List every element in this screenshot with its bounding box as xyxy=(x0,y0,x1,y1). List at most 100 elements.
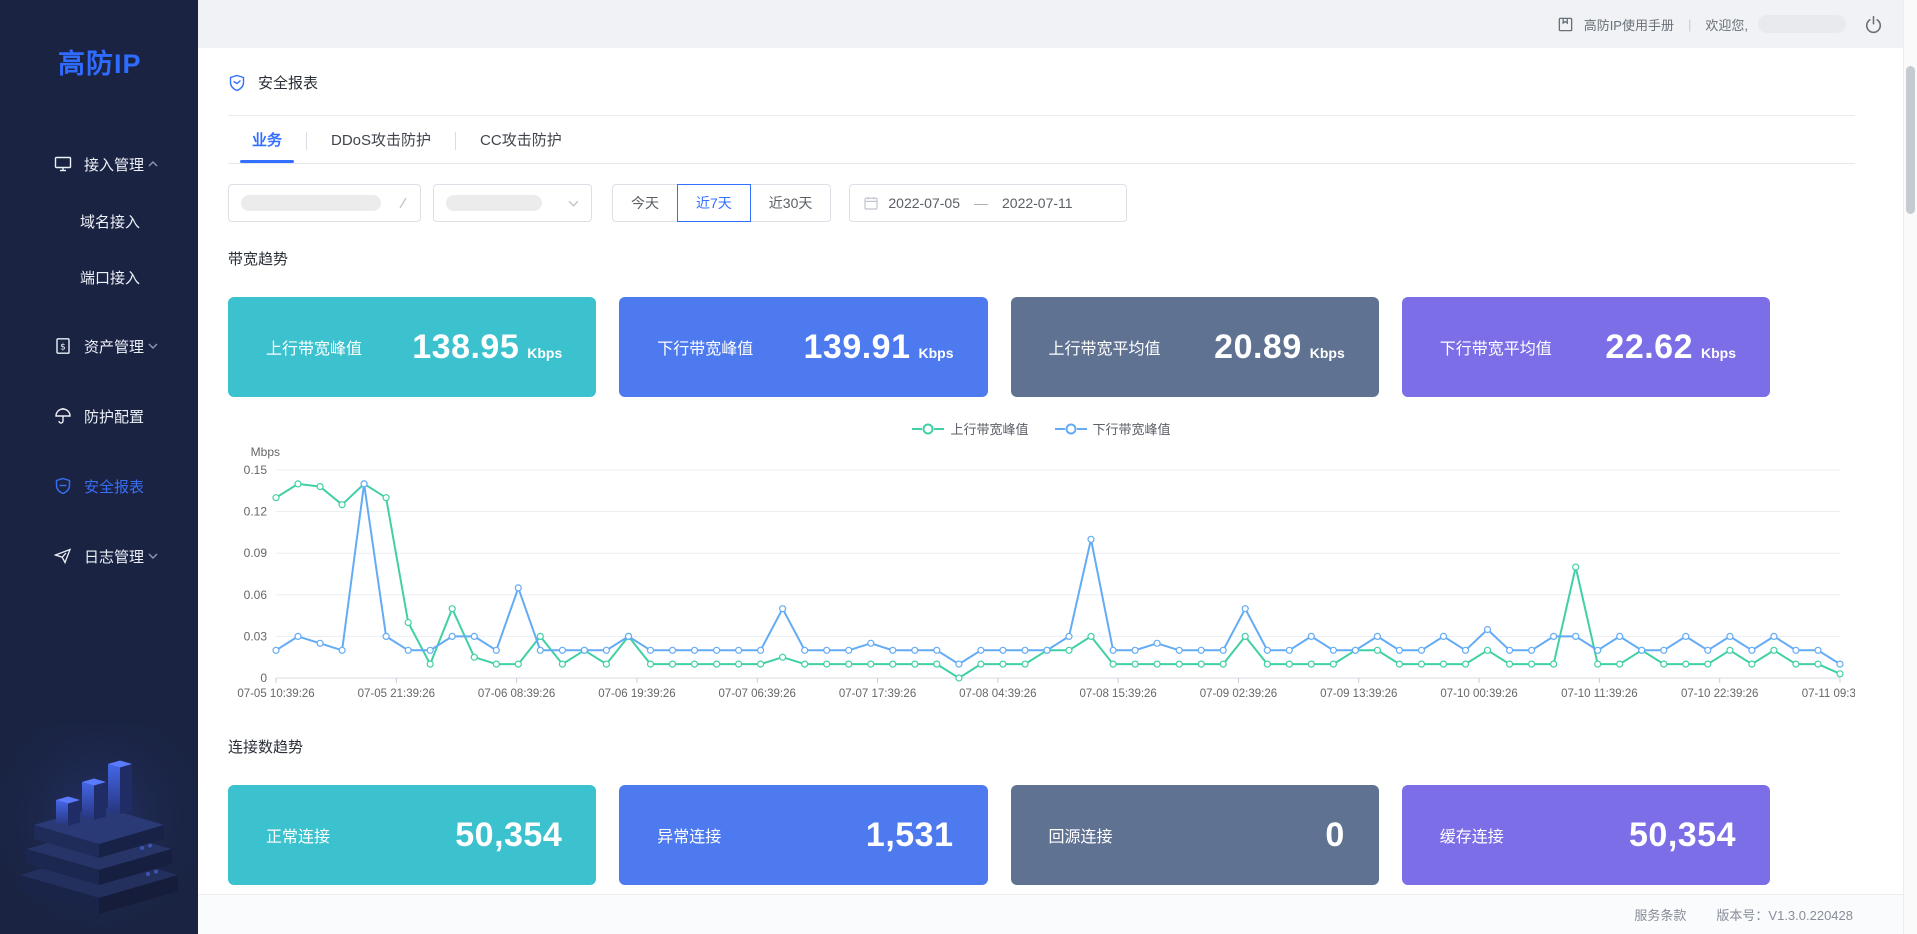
legend-item-upstream[interactable]: 上行带宽峰值 xyxy=(912,419,1028,438)
stat-value: 50,354 xyxy=(455,816,562,855)
chevron-down-icon xyxy=(148,343,158,349)
stat-card-down-peak: 下行带宽峰值 139.91 Kbps xyxy=(619,297,987,397)
logout-power-icon[interactable] xyxy=(1864,15,1883,34)
app-logo: 高防IP xyxy=(0,0,198,81)
manual-book-icon xyxy=(1557,16,1574,33)
page-title: 安全报表 xyxy=(258,72,318,93)
sidebar-item-domain-access[interactable]: 域名接入 xyxy=(0,195,198,247)
monitor-icon xyxy=(54,155,72,173)
sidebar-item-port-access[interactable]: 端口接入 xyxy=(0,251,198,303)
server-illustration xyxy=(0,724,198,934)
svg-text:0.15: 0.15 xyxy=(244,463,268,477)
shield-icon xyxy=(54,477,72,495)
svg-text:07-05 10:39:26: 07-05 10:39:26 xyxy=(237,688,314,700)
svg-text:Mbps: Mbps xyxy=(251,445,280,459)
stat-card-abnormal-connections: 异常连接 1,531 xyxy=(619,785,987,885)
svg-text:0.03: 0.03 xyxy=(244,629,268,643)
sidebar-item-label: 安全报表 xyxy=(84,476,144,497)
stat-unit: Kbps xyxy=(919,345,954,361)
legend-item-downstream[interactable]: 下行带宽峰值 xyxy=(1055,419,1171,438)
sidebar-nav: 接入管理 域名接入 端口接入 $ 资产管理 xyxy=(0,137,198,583)
svg-text:07-10 22:39:26: 07-10 22:39:26 xyxy=(1681,688,1758,700)
stat-label: 上行带宽平均值 xyxy=(1049,335,1161,359)
bandwidth-chart-svg: 0 0.03 0.06 0.09 0.12 0.15 Mbps 07-05 10:39:26 0… xyxy=(228,444,1855,702)
chevron-down-icon xyxy=(148,553,158,559)
sidebar-item-log-management[interactable]: 日志管理 xyxy=(0,529,198,583)
date-start: 2022-07-05 xyxy=(888,195,960,211)
stat-value: 138.95 xyxy=(412,328,519,367)
stat-card-cache-connections: 缓存连接 50,354 xyxy=(1402,785,1770,885)
legend-label: 下行带宽峰值 xyxy=(1093,419,1171,438)
svg-text:0.12: 0.12 xyxy=(244,505,268,519)
sidebar-item-security-report[interactable]: 安全报表 xyxy=(0,459,198,513)
sidebar-item-label: 端口接入 xyxy=(80,267,140,288)
title-divider xyxy=(228,115,1855,116)
manual-link[interactable]: 高防IP使用手册 xyxy=(1584,15,1674,34)
filter-row: 今天 近7天 近30天 2022-07-05 — 2022-07-11 xyxy=(228,184,1855,222)
stat-label: 正常连接 xyxy=(266,823,330,847)
date-range-picker[interactable]: 2022-07-05 — 2022-07-11 xyxy=(849,184,1127,222)
welcome-label: 欢迎您, xyxy=(1705,15,1748,34)
tab-cc-protection[interactable]: CC攻击防护 xyxy=(456,118,586,163)
scrollbar-thumb[interactable] xyxy=(1906,66,1915,214)
sidebar-item-label: 资产管理 xyxy=(84,336,144,357)
stat-card-origin-connections: 回源连接 0 xyxy=(1011,785,1379,885)
sidebar-item-asset-management[interactable]: $ 资产管理 xyxy=(0,319,198,373)
stat-label: 下行带宽峰值 xyxy=(657,335,753,359)
page-title-row: 安全报表 xyxy=(228,72,1855,93)
date-separator: — xyxy=(974,195,988,211)
content-panel: 安全报表 业务 DDoS攻击防护 CC攻击防护 xyxy=(198,48,1903,934)
svg-text:07-09 02:39:26: 07-09 02:39:26 xyxy=(1200,688,1277,700)
stat-unit: Kbps xyxy=(527,345,562,361)
range-today-button[interactable]: 今天 xyxy=(612,184,678,222)
sidebar-item-access-management[interactable]: 接入管理 xyxy=(0,137,198,191)
stat-unit: Kbps xyxy=(1701,345,1736,361)
svg-text:0.09: 0.09 xyxy=(244,546,268,560)
stat-label: 上行带宽峰值 xyxy=(266,335,362,359)
sidebar-item-label: 防护配置 xyxy=(84,406,144,427)
username-redacted xyxy=(1758,15,1846,33)
sidebar-item-label: 域名接入 xyxy=(80,211,140,232)
connection-cards: 正常连接 50,354 异常连接 1,531 回源连接 0 缓存连接 50,35… xyxy=(228,785,1770,885)
svg-text:07-08 15:39:26: 07-08 15:39:26 xyxy=(1079,688,1156,700)
sidebar-item-label: 接入管理 xyxy=(84,154,144,175)
stat-value: 50,354 xyxy=(1629,816,1736,855)
stat-card-up-average: 上行带宽平均值 20.89Kbps xyxy=(1011,297,1379,397)
line-select[interactable] xyxy=(433,184,592,222)
chart-legend: 上行带宽峰值 下行带宽峰值 xyxy=(228,419,1855,438)
svg-text:07-06 19:39:26: 07-06 19:39:26 xyxy=(598,688,675,700)
stat-card-up-peak: 上行带宽峰值 138.95 Kbps xyxy=(228,297,596,397)
chevron-up-icon xyxy=(148,161,158,167)
svg-text:07-06 08:39:26: 07-06 08:39:26 xyxy=(478,688,555,700)
stat-label: 异常连接 xyxy=(657,823,721,847)
stat-value: 1,531 xyxy=(866,816,954,855)
sidebar-item-label: 日志管理 xyxy=(84,546,144,567)
svg-text:07-10 00:39:26: 07-10 00:39:26 xyxy=(1440,688,1517,700)
svg-text:07-07 06:39:26: 07-07 06:39:26 xyxy=(719,688,796,700)
stat-label: 回源连接 xyxy=(1049,823,1113,847)
legend-label: 上行带宽峰值 xyxy=(950,419,1028,438)
terms-link[interactable]: 服务条款 xyxy=(1634,905,1686,924)
tab-business[interactable]: 业务 xyxy=(228,118,306,163)
stat-label: 下行带宽平均值 xyxy=(1440,335,1552,359)
range-30days-button[interactable]: 近30天 xyxy=(750,184,832,222)
svg-text:07-05 21:39:26: 07-05 21:39:26 xyxy=(358,688,435,700)
main-area: 高防IP使用手册 | 欢迎您, 安全报表 业务 DDoS攻击防护 xyxy=(198,0,1917,934)
edit-icon xyxy=(398,197,408,209)
stat-value: 139.91 xyxy=(804,328,911,367)
svg-text:0.06: 0.06 xyxy=(244,588,268,602)
tab-ddos-protection[interactable]: DDoS攻击防护 xyxy=(307,118,455,163)
stat-value: 0 xyxy=(1325,816,1344,855)
svg-text:0: 0 xyxy=(260,671,267,685)
svg-text:07-11 09:39:26: 07-11 09:39:26 xyxy=(1802,688,1855,700)
stat-card-down-average: 下行带宽平均值 22.62 Kbps xyxy=(1402,297,1770,397)
stat-value: 22.62 xyxy=(1605,328,1693,367)
instance-select[interactable] xyxy=(228,184,421,222)
range-7days-button[interactable]: 近7天 xyxy=(677,184,751,222)
svg-text:07-10 11:39:26: 07-10 11:39:26 xyxy=(1561,688,1638,700)
sidebar-item-protection-config[interactable]: 防护配置 xyxy=(0,389,198,443)
stat-label: 缓存连接 xyxy=(1440,823,1504,847)
app-root: 高防IP 接入管理 域名接入 端口接入 xyxy=(0,0,1917,934)
version-label: 版本号：V1.3.0.220428 xyxy=(1716,905,1853,924)
sidebar: 高防IP 接入管理 域名接入 端口接入 xyxy=(0,0,198,934)
